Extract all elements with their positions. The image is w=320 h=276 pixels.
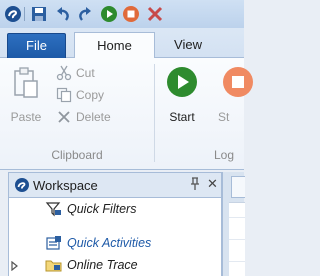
app-icon[interactable] [4,5,22,23]
qat-separator [24,7,25,21]
tree-item-quick-activities[interactable]: Quick Activities [9,232,221,254]
start-button[interactable]: Start [162,62,202,128]
workspace-pane-header: Workspace ✕ [8,172,222,198]
logging-group-label: Log [214,148,235,162]
cut-label: Cut [76,66,95,80]
ribbon-tab-bar: File Home View [0,28,244,59]
save-icon[interactable] [30,5,48,23]
copy-icon [56,87,72,106]
clipboard-group-label: Clipboard [51,148,103,162]
document-grid[interactable] [229,202,245,276]
undo-icon[interactable] [54,5,72,23]
grid-line [229,239,245,240]
tab-file[interactable]: File [7,33,66,58]
pin-icon[interactable] [189,177,201,194]
document-tab[interactable] [231,176,245,198]
stop-record-icon [222,66,254,101]
start-icon[interactable] [100,5,118,23]
workspace-icon [14,177,30,196]
tree-item-label: Quick Filters [67,202,137,216]
tab-home[interactable]: Home [74,32,155,59]
trace-icon [45,257,63,273]
paste-icon [12,66,40,103]
ribbon-home-panel: Paste Cut Copy Delete Clipboard Start St… [0,58,253,170]
ribbon-group-divider [154,64,155,162]
activities-icon [45,235,63,251]
play-icon [166,66,198,101]
quick-access-toolbar [0,0,244,28]
grid-line [229,261,245,262]
delete-label: Delete [76,110,111,124]
redo-icon[interactable] [76,5,94,23]
stop-icon[interactable] [122,5,140,23]
expand-arrow-icon[interactable] [11,260,19,274]
close-pane-icon[interactable]: ✕ [207,176,218,192]
workspace-tree: Quick Filters Quick Activities Online Tr… [8,198,222,276]
copy-label: Copy [76,88,105,102]
tree-item-label: Online Trace [67,258,138,272]
paste-label: Paste [10,110,42,124]
workspace-title: Workspace [33,178,98,193]
start-label: Start [169,110,195,124]
close-icon[interactable] [146,5,164,23]
stop-button[interactable]: St [218,62,258,128]
paste-button[interactable]: Paste [6,62,46,128]
delete-icon [56,109,72,128]
tree-item-online-trace[interactable]: Online Trace [9,254,221,276]
tree-item-label: Quick Activities [67,236,152,250]
tab-view[interactable]: View [168,33,208,57]
tree-item-quick-filters[interactable]: Quick Filters [9,198,221,220]
scissors-icon [56,65,72,84]
filter-icon [45,201,63,217]
stop-label: St [218,110,230,124]
grid-line [229,217,245,218]
document-area [222,172,245,276]
